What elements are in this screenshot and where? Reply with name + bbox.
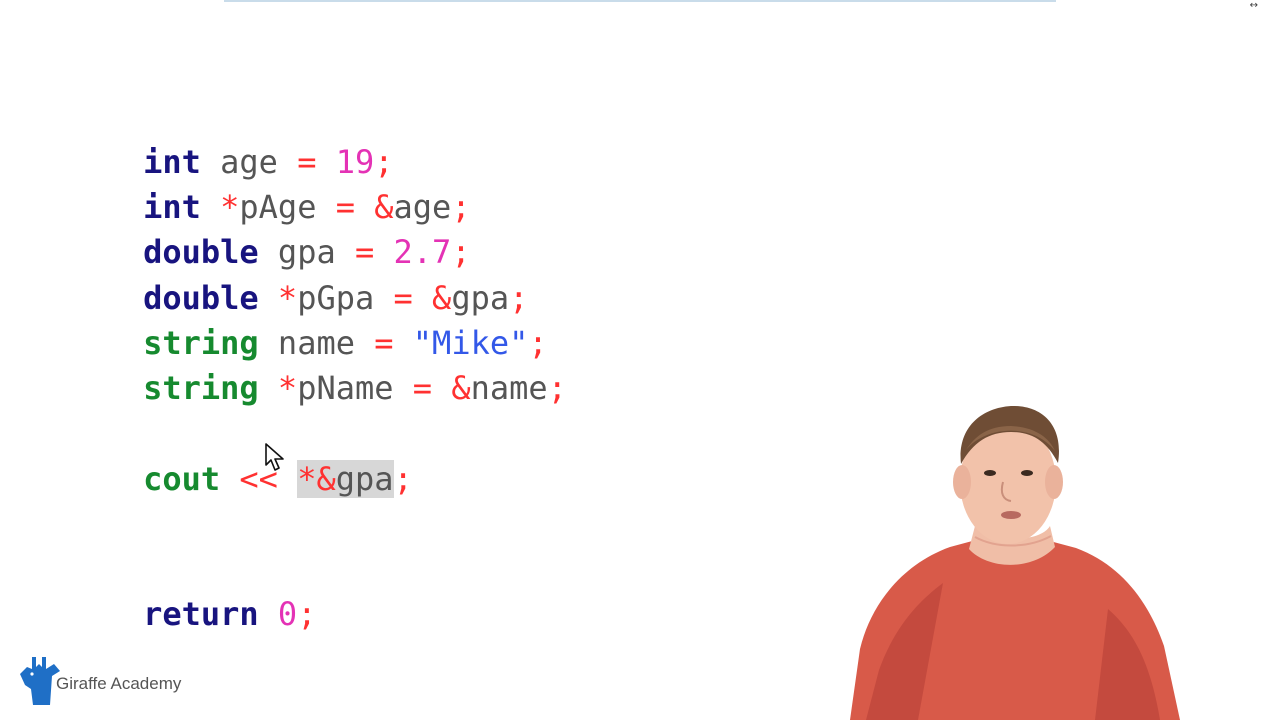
- code-line-age: int age = 19;: [66, 96, 393, 181]
- brand-watermark: Giraffe Academy: [16, 656, 206, 708]
- code-line-page: int *pAge = &age;: [66, 141, 471, 226]
- semicolon: ;: [393, 460, 413, 498]
- return-keyword: return: [143, 595, 259, 633]
- code-line-cout: cout << *&gpa;: [66, 413, 413, 498]
- mouse-pointer-icon: [265, 443, 284, 471]
- code-slide: int age = 19; int *pAge = &age; double g…: [66, 96, 826, 633]
- address-operator: &: [451, 369, 471, 407]
- output-keyword: cout: [143, 460, 221, 498]
- resize-icon: ↔: [1249, 0, 1258, 11]
- presenter-video: [850, 405, 1180, 720]
- code-line-gpa: double gpa = 2.7;: [66, 186, 471, 271]
- pointer-name: pName: [297, 369, 394, 407]
- semicolon: ;: [297, 595, 317, 633]
- code-line-name: string name = "Mike";: [66, 277, 548, 362]
- address-operator: &: [316, 460, 336, 498]
- type-keyword: string: [143, 369, 259, 407]
- top-border-line: [224, 0, 1056, 2]
- brand-label: Giraffe Academy: [56, 674, 182, 693]
- pointer-operator: *: [277, 369, 298, 407]
- selected-variable: gpa: [335, 460, 394, 498]
- number-literal: 0: [277, 595, 298, 633]
- dereference-operator: *: [297, 460, 317, 498]
- assignment-operator: =: [412, 369, 433, 407]
- code-line-pgpa: double *pGpa = &gpa;: [66, 232, 528, 317]
- selected-expression[interactable]: *&gpa: [297, 460, 394, 498]
- address-target: name: [470, 369, 548, 407]
- semicolon: ;: [547, 369, 567, 407]
- code-line-return: return 0;: [66, 548, 316, 633]
- code-line-pname: string *pName = &name;: [66, 322, 567, 407]
